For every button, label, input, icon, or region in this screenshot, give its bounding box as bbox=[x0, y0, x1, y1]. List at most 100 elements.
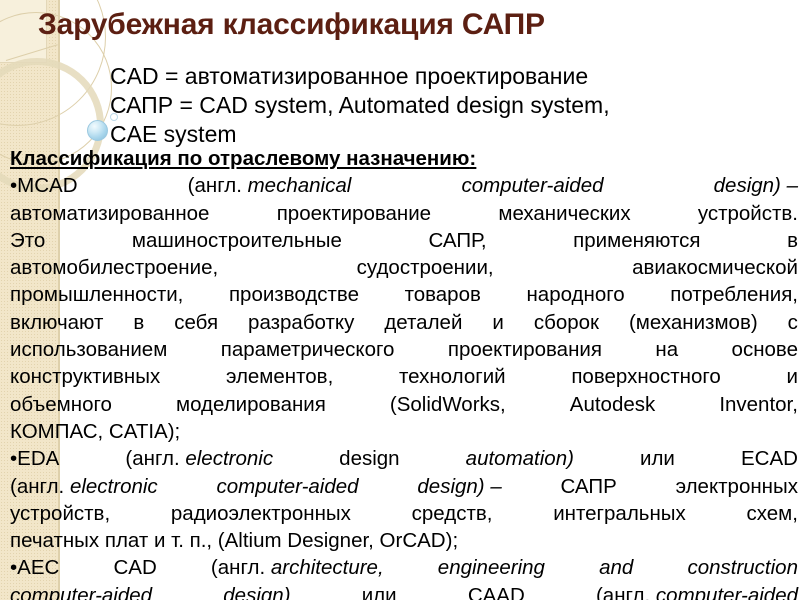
body-word: computer-aided bbox=[216, 474, 359, 498]
decorative-blue-sphere bbox=[87, 120, 108, 141]
body-word: интегральных bbox=[553, 501, 686, 525]
body-word: в bbox=[787, 228, 798, 252]
body-line: печатных плат и т. п., (Altium Designer,… bbox=[10, 527, 798, 554]
body-word: разработку bbox=[248, 310, 355, 334]
body-word: средств, bbox=[411, 501, 493, 525]
slide-body: Классификация по отраслевому назначению:… bbox=[10, 145, 798, 600]
body-word: на bbox=[655, 338, 679, 362]
body-word: поверхностного bbox=[571, 365, 721, 389]
body-word: design) bbox=[223, 583, 291, 600]
body-word: design) – bbox=[417, 474, 502, 498]
body-line: объемного моделирования (SolidWorks, Autode… bbox=[10, 391, 798, 418]
body-line: включают в себя разработку деталей и сборок (ме… bbox=[10, 309, 798, 336]
body-word: машиностроительные bbox=[131, 228, 342, 252]
body-word: с bbox=[787, 310, 798, 334]
body-word: CAD bbox=[113, 556, 157, 580]
body-line: устройств, радиоэлектронных средств, интегр… bbox=[10, 500, 798, 527]
body-word: (англ. architecture, bbox=[210, 556, 384, 580]
body-word: конструктивных bbox=[10, 365, 161, 389]
body-word: устройств, bbox=[10, 501, 111, 525]
body-word: computer-aided bbox=[10, 583, 153, 600]
body-word: или bbox=[361, 583, 397, 600]
body-line-container: •MCAD (англ. mechanical computer-aided desi… bbox=[10, 172, 798, 600]
subtitle-line-1: CAD = автоматизированное проектирование bbox=[110, 63, 589, 89]
body-word: параметрического bbox=[220, 338, 395, 362]
subtitle-line-2: САПР = CAD system, Automated design syst… bbox=[110, 92, 610, 118]
body-word: механических bbox=[498, 201, 631, 225]
body-word: •AEC bbox=[10, 556, 60, 580]
body-word: •MCAD bbox=[10, 174, 78, 198]
body-word: радиоэлектронных bbox=[170, 501, 351, 525]
body-word: производстве bbox=[228, 283, 359, 307]
body-word: computer-aided bbox=[461, 174, 604, 198]
body-line: •EDA (англ. electronic design automation) ил… bbox=[10, 445, 798, 472]
body-line: автомобилестроение, судостроении, авиакосм… bbox=[10, 254, 798, 281]
body-word: and bbox=[599, 556, 634, 580]
section-heading: Классификация по отраслевому назначению: bbox=[10, 145, 798, 172]
body-line: конструктивных элементов, технологий поверх… bbox=[10, 363, 798, 390]
slide-subtitle: CAD = автоматизированное проектирование … bbox=[110, 62, 800, 149]
body-word: (механизмов) bbox=[628, 310, 758, 334]
body-line: промышленности, производстве товаров народн… bbox=[10, 281, 798, 308]
body-word: design bbox=[339, 447, 400, 471]
body-line: автоматизированное проектирование механиче… bbox=[10, 200, 798, 227]
body-word: применяются bbox=[573, 228, 701, 252]
section-heading-text: Классификация по отраслевому назначению bbox=[10, 147, 470, 170]
body-word: схем, bbox=[746, 501, 798, 525]
body-word: промышленности, bbox=[10, 283, 184, 307]
body-line: КОМПАС, CATIA); bbox=[10, 418, 798, 445]
body-word: элементов, bbox=[225, 365, 334, 389]
presentation-slide: Зарубежная классификация САПР CAD = авто… bbox=[0, 0, 800, 600]
body-word: и bbox=[492, 310, 504, 334]
body-word: народного bbox=[526, 283, 625, 307]
body-word: авиакосмической bbox=[632, 256, 798, 280]
slide-title: Зарубежная классификация САПР bbox=[38, 8, 545, 41]
body-word: в bbox=[133, 310, 145, 334]
body-word: (SolidWorks, bbox=[389, 392, 506, 416]
body-word: включают bbox=[10, 310, 104, 334]
body-word: CAAD bbox=[467, 583, 525, 600]
body-word: деталей bbox=[384, 310, 463, 334]
body-word: Inventor, bbox=[719, 392, 798, 416]
body-word: КОМПАС, CATIA); bbox=[10, 419, 181, 443]
body-word: •EDA bbox=[10, 447, 60, 471]
body-word: САПР bbox=[560, 474, 617, 498]
body-word: судостроении, bbox=[356, 256, 494, 280]
body-word: проектирования bbox=[447, 338, 602, 362]
body-word: (англ. computer-aided bbox=[595, 583, 798, 600]
body-word: объемного bbox=[10, 392, 112, 416]
body-word: engineering bbox=[437, 556, 545, 580]
body-word: себя bbox=[174, 310, 219, 334]
body-line: •AEC CAD (англ. architecture, engineering an… bbox=[10, 554, 798, 581]
body-word: design) – bbox=[713, 174, 798, 198]
body-word: automation) bbox=[465, 447, 574, 471]
body-word: construction bbox=[687, 556, 798, 580]
body-word: основе bbox=[731, 338, 798, 362]
body-line: Это машиностроительные САПР, применяются в bbox=[10, 227, 798, 254]
body-word: ECAD bbox=[740, 447, 798, 471]
body-word: печатных плат и т. п., (Altium Designer,… bbox=[10, 529, 459, 553]
body-word: устройств. bbox=[697, 201, 798, 225]
body-word: САПР, bbox=[428, 228, 487, 252]
body-line: •MCAD (англ. mechanical computer-aided desi… bbox=[10, 172, 798, 199]
body-word: Это bbox=[10, 228, 46, 252]
body-word: моделирования bbox=[175, 392, 326, 416]
body-line: использованием параметрического проектиров… bbox=[10, 336, 798, 363]
body-word: Autodesk bbox=[569, 392, 656, 416]
body-word: автомобилестроение, bbox=[10, 256, 219, 280]
body-word: товаров bbox=[404, 283, 481, 307]
section-heading-colon: : bbox=[469, 147, 477, 170]
body-word: (англ. electronic bbox=[10, 474, 158, 498]
body-word: и bbox=[786, 365, 798, 389]
body-word: (англ. electronic bbox=[125, 447, 274, 471]
body-word: технологий bbox=[399, 365, 506, 389]
subtitle-line-3: CAE system bbox=[110, 121, 237, 147]
body-word: (англ. mechanical bbox=[187, 174, 352, 198]
body-line: computer-aided design) или CAAD (англ. compu… bbox=[10, 582, 798, 600]
body-word: потребления, bbox=[670, 283, 798, 307]
body-word: или bbox=[640, 447, 675, 471]
body-word: сборок bbox=[533, 310, 599, 334]
body-word: проектирование bbox=[276, 201, 432, 225]
body-word: использованием bbox=[10, 338, 168, 362]
body-word: автоматизированное bbox=[10, 201, 210, 225]
